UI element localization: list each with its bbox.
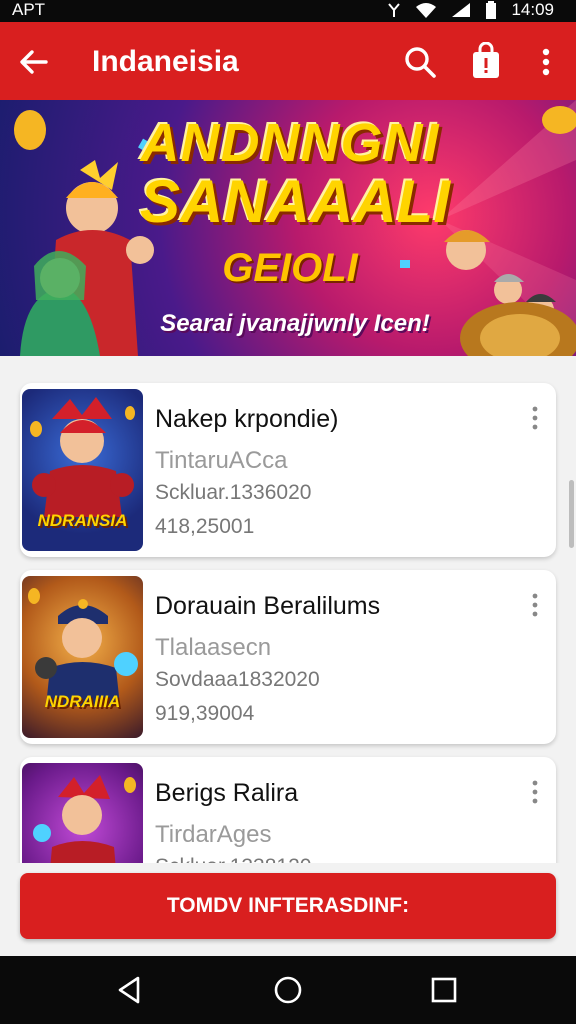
item-number: 418,25001	[155, 515, 255, 538]
hero-art	[28, 588, 138, 706]
item-subtitle: TirdarAges	[155, 821, 272, 848]
game-list[interactable]: NDRANSIA Nakep krpondie) TintaruACca Sck…	[0, 356, 576, 863]
promo-banner[interactable]: ANDNNGNI SANAAALI GEIOLI Searai jvanajjw…	[0, 100, 576, 356]
game-thumbnail[interactable]: NDRANSIA	[22, 389, 143, 551]
banner-headline-3: GEIOLI	[222, 246, 358, 290]
item-code: Sckluar.1336020	[155, 481, 312, 504]
item-menu-icon[interactable]	[530, 592, 540, 618]
thumbnail-label: NDRANSIA	[37, 511, 128, 530]
banner-headline-1: ANDNNGNI	[140, 113, 440, 173]
item-subtitle: TintaruACca	[155, 447, 288, 474]
nav-back-icon[interactable]	[114, 974, 146, 1006]
search-icon[interactable]	[402, 44, 438, 80]
item-number: 919,39004	[155, 702, 255, 725]
list-item[interactable]: NDRAIIIA Dorauain Beralilums Tlalaasecn …	[20, 570, 556, 744]
game-thumbnail[interactable]: NDRAIIIA	[22, 576, 143, 738]
system-nav-bar	[0, 956, 576, 1024]
cell-signal-icon	[452, 3, 471, 17]
wifi-icon	[416, 3, 437, 18]
list-item[interactable]: NDRANSIA Nakep krpondie) TintaruACca Sck…	[20, 383, 556, 557]
item-title: Nakep krpondie)	[155, 405, 339, 433]
item-code: Sovdaaa1832020	[155, 668, 320, 691]
game-thumbnail[interactable]	[22, 763, 143, 863]
banner-headline-2: SANAAALI	[140, 168, 450, 235]
page-title: Indaneisia	[92, 45, 239, 78]
item-menu-icon[interactable]	[530, 405, 540, 431]
primary-action-button[interactable]: TOMDV INFTERASDINF:	[20, 873, 556, 939]
clock: 14:09	[511, 0, 554, 19]
back-arrow-icon[interactable]	[16, 44, 52, 80]
list-item[interactable]: Berigs Ralira TirdarAges Sckluar.1338120	[20, 757, 556, 863]
item-title: Berigs Ralira	[155, 779, 299, 807]
nav-home-icon[interactable]	[272, 974, 304, 1006]
item-menu-icon[interactable]	[530, 779, 540, 805]
banner-tagline: Searai jvanajjwnly Icen!	[160, 310, 430, 337]
nav-recents-icon[interactable]	[428, 974, 460, 1006]
item-subtitle: Tlalaasecn	[155, 634, 272, 661]
scrollbar-thumb[interactable]	[569, 480, 574, 548]
more-options-icon[interactable]	[532, 44, 560, 80]
carrier-label: APT	[12, 0, 46, 19]
hero-art	[33, 775, 136, 863]
thumbnail-label: NDRAIIIA	[44, 692, 121, 711]
shopping-bag-icon[interactable]	[468, 42, 504, 80]
signal-status-icon	[388, 3, 401, 17]
battery-icon	[486, 1, 497, 19]
status-bar: APT 14:09	[0, 0, 576, 22]
item-code: Sckluar.1338120	[155, 855, 311, 863]
item-title: Dorauain Beralilums	[155, 592, 381, 620]
app-bar: Indaneisia	[0, 22, 576, 100]
